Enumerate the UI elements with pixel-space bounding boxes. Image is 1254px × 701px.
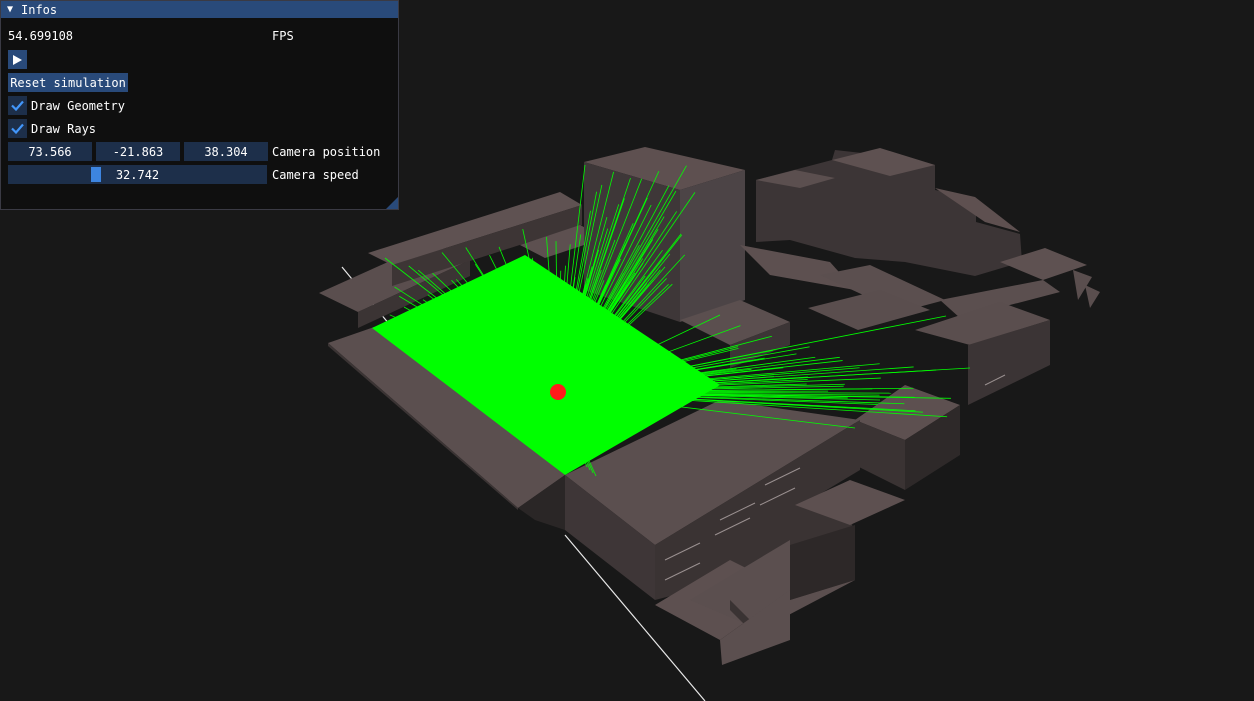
checkmark-icon [11, 123, 24, 134]
draw-geometry-row[interactable]: Draw Geometry [8, 96, 125, 115]
draw-rays-row[interactable]: Draw Rays [8, 119, 96, 138]
camera-speed-slider[interactable]: 32.742 [8, 165, 267, 184]
camera-position-label: Camera position [272, 145, 381, 159]
resize-grip-icon[interactable] [386, 197, 398, 209]
draw-rays-checkbox[interactable] [8, 119, 27, 138]
camera-position-x-value: 73.566 [28, 144, 72, 159]
collapse-arrow-icon[interactable]: ▼ [2, 4, 18, 15]
scene-geometry [319, 147, 1100, 665]
fps-label: FPS [272, 29, 294, 43]
reset-simulation-button[interactable]: Reset simulation [8, 73, 128, 92]
sound-source-marker [550, 384, 566, 400]
play-button[interactable] [8, 50, 27, 69]
draw-rays-label: Draw Rays [31, 121, 97, 136]
camera-position-x-field[interactable]: 73.566 [8, 142, 92, 161]
checkmark-icon [11, 100, 24, 111]
camera-position-y-field[interactable]: -21.863 [96, 142, 180, 161]
camera-position-z-value: 38.304 [204, 144, 248, 159]
infos-window[interactable]: ▼ Infos 54.699108 FPS Reset simulation D… [0, 0, 399, 210]
window-title-bar[interactable]: ▼ Infos [1, 1, 398, 18]
camera-speed-label: Camera speed [272, 168, 359, 182]
window-title: Infos [21, 2, 58, 17]
reset-simulation-label: Reset simulation [10, 75, 126, 90]
fps-value: 54.699108 [8, 29, 74, 43]
camera-speed-value: 32.742 [115, 167, 160, 182]
camera-speed-value-wrap: 32.742 [8, 165, 267, 184]
camera-position-z-field[interactable]: 38.304 [184, 142, 268, 161]
camera-position-y-value: -21.863 [112, 144, 164, 159]
play-icon [13, 54, 22, 65]
draw-geometry-checkbox[interactable] [8, 96, 27, 115]
draw-geometry-label: Draw Geometry [31, 98, 125, 113]
